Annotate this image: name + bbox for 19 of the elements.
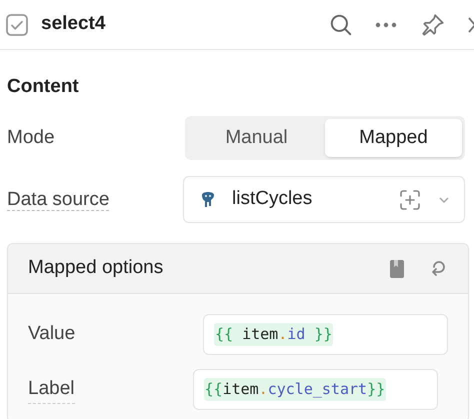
mode-tab[interactable]: Manual bbox=[188, 119, 325, 157]
add-variable-icon[interactable] bbox=[398, 188, 422, 212]
field-label: Label bbox=[28, 374, 74, 404]
more-icon[interactable] bbox=[374, 20, 398, 28]
mode-tab[interactable]: Mapped bbox=[325, 119, 462, 157]
checkbox-icon bbox=[5, 12, 29, 36]
field-label: Mode bbox=[7, 126, 56, 150]
data-source-select[interactable]: listCycles bbox=[183, 176, 465, 223]
chevron-down-icon[interactable] bbox=[438, 196, 450, 204]
panel-title: Mapped options bbox=[28, 256, 164, 280]
section-title: Content bbox=[7, 75, 80, 99]
field-label: Value bbox=[28, 322, 76, 346]
book-icon[interactable] bbox=[388, 258, 406, 278]
field-label: Data source bbox=[7, 188, 110, 212]
code-field[interactable]: {{item.cycle_start}} bbox=[192, 369, 438, 410]
pin-icon[interactable] bbox=[420, 12, 446, 38]
code-field[interactable]: {{ item.id }} bbox=[203, 314, 448, 355]
select-value: listCycles bbox=[232, 187, 314, 212]
component-title: select4 bbox=[41, 12, 106, 36]
